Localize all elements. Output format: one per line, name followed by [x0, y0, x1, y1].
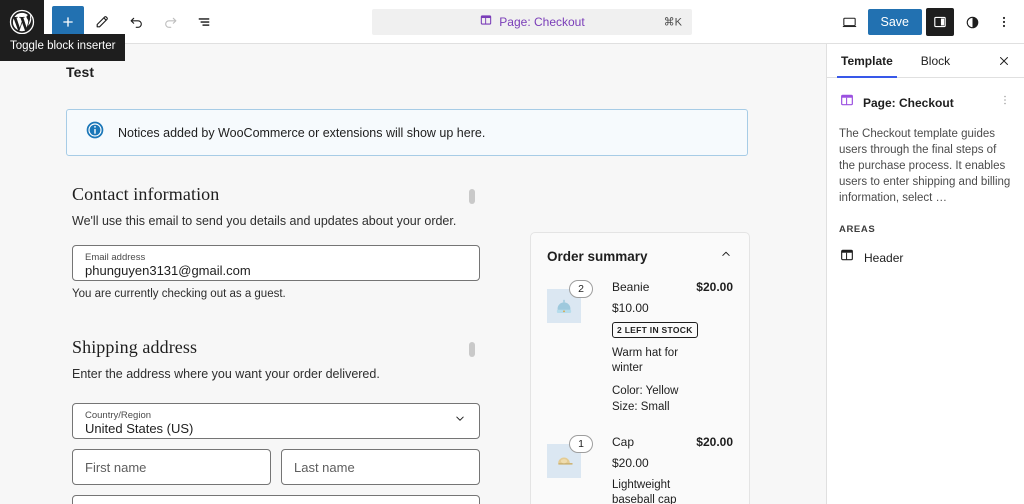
tab-block[interactable]: Block [907, 44, 964, 77]
order-summary-header[interactable]: Order summary [547, 247, 733, 266]
item-description: Lightweight baseball cap [612, 479, 677, 504]
block-drag-handle[interactable] [469, 342, 475, 357]
shipping-address-section[interactable]: Shipping address Enter the address where… [72, 337, 480, 504]
first-name-field[interactable]: First name [72, 449, 271, 485]
settings-sidebar: Template Block Page: Checkout The Checko… [826, 44, 1024, 504]
item-total-price: $20.00 [696, 280, 733, 294]
block-drag-handle[interactable] [469, 189, 475, 204]
template-description: The Checkout template guides users throu… [839, 128, 1011, 204]
item-unit-price: $20.00 [612, 456, 649, 470]
document-bar[interactable]: Page: Checkout ⌘K [372, 9, 692, 35]
guest-checkout-note: You are currently checking out as a gues… [72, 288, 286, 300]
sidebar-tabs: Template Block [827, 44, 1024, 78]
order-summary-title: Order summary [547, 249, 648, 264]
item-quantity-badge: 1 [569, 435, 593, 453]
toolbar-right-group: Save [836, 0, 1019, 44]
info-circle-icon [85, 120, 105, 145]
name-fields-row: First name Last name [72, 449, 480, 485]
contact-subtext: We'll use this email to send you details… [72, 214, 457, 228]
order-item: 2 Beanie $20.00 $10.00 2 LEFT IN STOCK W… [547, 280, 733, 415]
checkout-fields-column: Contact information We'll use this email… [72, 184, 480, 504]
close-icon[interactable] [990, 47, 1018, 75]
command-shortcut: ⌘K [663, 16, 682, 29]
sidebar-area-label: Header [864, 250, 904, 265]
country-region-select[interactable]: Country/Region United States (US) [72, 403, 480, 439]
item-name: Beanie [612, 280, 650, 294]
contact-information-section[interactable]: Contact information We'll use this email… [72, 184, 480, 300]
item-total-price: $20.00 [696, 435, 733, 449]
item-name: Cap [612, 435, 635, 449]
sidebar-body: Page: Checkout The Checkout template gui… [827, 78, 1024, 268]
edit-tools-pencil-button[interactable] [86, 6, 118, 38]
inserter-tooltip: Toggle block inserter [0, 34, 126, 61]
first-name-placeholder: First name [85, 459, 147, 475]
settings-sidebar-toggle[interactable] [926, 8, 954, 36]
item-unit-price: $10.00 [612, 301, 649, 315]
country-region-label: Country/Region [85, 410, 152, 421]
block-inserter-button[interactable] [52, 5, 84, 38]
item-attribute: Size: Small [612, 401, 670, 413]
woocommerce-notice-block[interactable]: Notices added by WooCommerce or extensio… [66, 109, 748, 156]
redo-button[interactable] [154, 6, 186, 38]
styles-contrast-icon[interactable] [958, 8, 986, 36]
undo-button[interactable] [120, 6, 152, 38]
editor-canvas[interactable]: Test Notices added by WooCommerce or ext… [0, 44, 826, 504]
order-item: 1 Cap $20.00 $20.00 Lightweight baseball… [547, 435, 733, 504]
country-region-value: United States (US) [85, 421, 194, 436]
template-part-header-icon [839, 247, 855, 268]
email-field-value: phunguyen3131@gmail.com [85, 263, 251, 278]
item-description: Warm hat for winter [612, 347, 679, 374]
desktop-view-icon[interactable] [836, 8, 864, 36]
list-view-button[interactable] [188, 6, 220, 38]
order-summary-panel[interactable]: Order summary 2 Beanie $20.00 $10.00 2 L… [530, 232, 750, 504]
tab-template[interactable]: Template [827, 44, 907, 78]
address-field[interactable]: Address [72, 495, 480, 504]
editor-top-toolbar: Page: Checkout ⌘K Save Toggle block inse… [0, 0, 1024, 61]
notice-text: Notices added by WooCommerce or extensio… [118, 125, 486, 140]
template-page-icon [479, 13, 493, 32]
areas-section-label: AREAS [839, 224, 876, 235]
toolbar-left-group [44, 5, 220, 38]
template-page-icon [839, 92, 855, 113]
site-title: Test [66, 64, 95, 80]
stock-status-badge: 2 LEFT IN STOCK [612, 322, 698, 338]
email-field[interactable]: Email address phunguyen3131@gmail.com [72, 245, 480, 281]
document-title: Page: Checkout [499, 15, 585, 29]
chevron-down-icon [453, 412, 467, 431]
item-attribute: Color: Yellow [612, 385, 679, 397]
template-actions-menu[interactable] [998, 93, 1012, 112]
contact-heading: Contact information [72, 184, 220, 204]
sidebar-area-item-header[interactable]: Header [839, 247, 1012, 268]
last-name-placeholder: Last name [294, 459, 355, 475]
save-button[interactable]: Save [867, 9, 922, 35]
shipping-heading: Shipping address [72, 337, 198, 357]
email-field-label: Email address [85, 252, 146, 263]
last-name-field[interactable]: Last name [281, 449, 480, 485]
item-quantity-badge: 2 [569, 280, 593, 298]
sidebar-template-row[interactable]: Page: Checkout [839, 92, 1012, 113]
chevron-up-icon[interactable] [719, 247, 733, 266]
sidebar-template-name: Page: Checkout [863, 95, 954, 110]
more-options-button[interactable] [990, 8, 1018, 36]
shipping-subtext: Enter the address where you want your or… [72, 367, 380, 381]
